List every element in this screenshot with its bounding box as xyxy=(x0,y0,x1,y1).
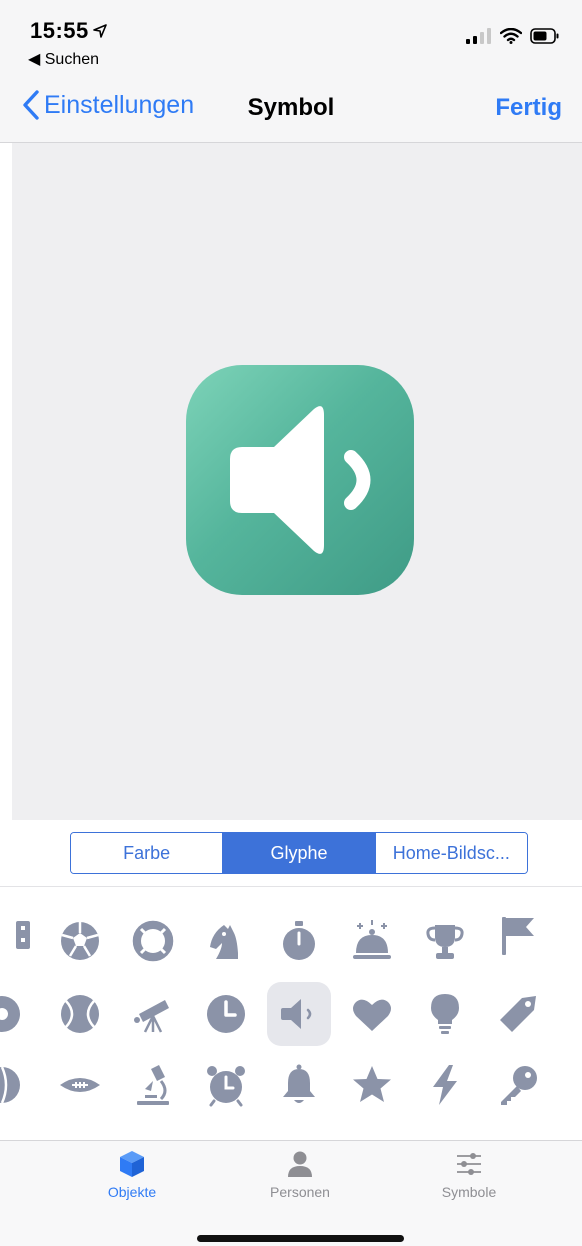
alarm-clock-icon xyxy=(207,1066,245,1107)
app-icon-preview xyxy=(186,365,414,595)
glyph-cell[interactable] xyxy=(486,903,550,967)
segmented-control-area: Farbe Glyphe Home-Bildsc... xyxy=(0,820,582,887)
person-icon xyxy=(288,1151,312,1177)
partial-glyph-cell[interactable] xyxy=(0,1053,34,1117)
glyph-cell[interactable] xyxy=(121,982,185,1046)
home-indicator[interactable] xyxy=(197,1235,404,1242)
glyph-cell[interactable] xyxy=(267,909,331,973)
back-button[interactable]: Einstellungen xyxy=(22,90,194,120)
speaker-icon xyxy=(230,406,371,554)
glyph-cell[interactable] xyxy=(413,909,477,973)
glyph-cell[interactable] xyxy=(340,909,404,973)
glyph-cell[interactable] xyxy=(413,982,477,1046)
partial-icon xyxy=(16,921,30,949)
speaker-icon xyxy=(281,999,312,1029)
battery-icon xyxy=(530,28,559,44)
tag-icon xyxy=(500,996,536,1032)
back-to-app-link[interactable]: ◀ Suchen xyxy=(28,49,99,69)
sliders-icon xyxy=(457,1153,481,1175)
glyph-cell[interactable] xyxy=(121,909,185,973)
done-button[interactable]: Fertig xyxy=(495,94,562,122)
segment-home-bildschirm[interactable]: Home-Bildsc... xyxy=(375,833,527,873)
soccer-ball-icon xyxy=(61,922,99,960)
partial-icon xyxy=(0,1066,20,1104)
clock-icon xyxy=(207,995,245,1033)
football-icon xyxy=(60,1078,100,1092)
lightning-icon xyxy=(433,1065,457,1105)
glyph-cell[interactable] xyxy=(48,909,112,973)
glyph-cell[interactable] xyxy=(486,982,550,1046)
partial-icon xyxy=(570,1063,582,1107)
cellular-signal-icon xyxy=(466,28,491,44)
tab-bar: Objekte Personen Symbole xyxy=(0,1140,582,1246)
glyph-cell[interactable] xyxy=(413,1053,477,1117)
partial-glyph-cell[interactable] xyxy=(555,903,582,967)
trophy-icon xyxy=(426,925,464,959)
stopwatch-icon xyxy=(283,921,315,960)
cube-icon xyxy=(120,1151,144,1177)
glyph-cell[interactable] xyxy=(194,982,258,1046)
tab-label: Symbole xyxy=(441,1184,497,1200)
partial-icon xyxy=(570,992,582,1036)
glyph-cell[interactable] xyxy=(340,1053,404,1117)
chess-knight-icon xyxy=(210,925,238,959)
partial-glyph-cell[interactable] xyxy=(0,982,34,1046)
microscope-icon xyxy=(137,1065,169,1105)
glyph-cell[interactable] xyxy=(194,1053,258,1117)
navigation-bar: Einstellungen Symbol Fertig xyxy=(0,80,582,143)
partial-glyph-cell[interactable] xyxy=(560,982,582,1046)
status-time: 15:55 xyxy=(30,18,107,44)
glyph-cell[interactable] xyxy=(340,982,404,1046)
heart-icon xyxy=(353,999,391,1031)
partial-glyph-cell[interactable] xyxy=(560,1053,582,1117)
lifebuoy-icon xyxy=(132,920,174,962)
glyph-grid xyxy=(0,887,582,1140)
glyph-cell[interactable] xyxy=(194,909,258,973)
flag-icon xyxy=(502,917,534,955)
glyph-cell[interactable] xyxy=(267,1053,331,1117)
status-bar: 15:55 ◀ Suchen xyxy=(0,0,582,80)
glyph-cell[interactable] xyxy=(48,982,112,1046)
glyph-cell-selected[interactable] xyxy=(267,982,331,1046)
chevron-left-icon xyxy=(23,90,39,120)
partial-glyph-cell[interactable] xyxy=(0,903,50,967)
partial-icon xyxy=(565,913,582,957)
tab-label: Objekte xyxy=(107,1184,157,1200)
segmented-control: Farbe Glyphe Home-Bildsc... xyxy=(70,832,528,874)
lightbulb-icon xyxy=(431,994,459,1034)
room-service-icon xyxy=(353,920,391,959)
icon-preview-area xyxy=(12,143,582,820)
tab-personen[interactable]: Personen xyxy=(240,1149,360,1200)
star-icon xyxy=(353,1066,391,1102)
glyph-cell[interactable] xyxy=(48,1053,112,1117)
segment-farbe[interactable]: Farbe xyxy=(71,833,224,873)
back-button-label: Einstellungen xyxy=(44,90,195,119)
segment-glyphe[interactable]: Glyphe xyxy=(223,833,376,873)
key-icon xyxy=(501,1066,537,1105)
glyph-cell[interactable] xyxy=(486,1053,550,1117)
tab-objekte[interactable]: Objekte xyxy=(72,1149,192,1200)
telescope-icon xyxy=(134,1000,169,1033)
tennis-ball-icon xyxy=(61,995,99,1033)
status-icons xyxy=(466,28,560,44)
tab-symbole[interactable]: Symbole xyxy=(409,1149,529,1200)
partial-icon xyxy=(0,996,20,1032)
bell-icon xyxy=(283,1064,315,1103)
glyph-cell[interactable] xyxy=(121,1053,185,1117)
tab-label: Personen xyxy=(270,1184,330,1200)
wifi-icon xyxy=(500,28,522,44)
location-arrow-icon xyxy=(92,24,107,43)
